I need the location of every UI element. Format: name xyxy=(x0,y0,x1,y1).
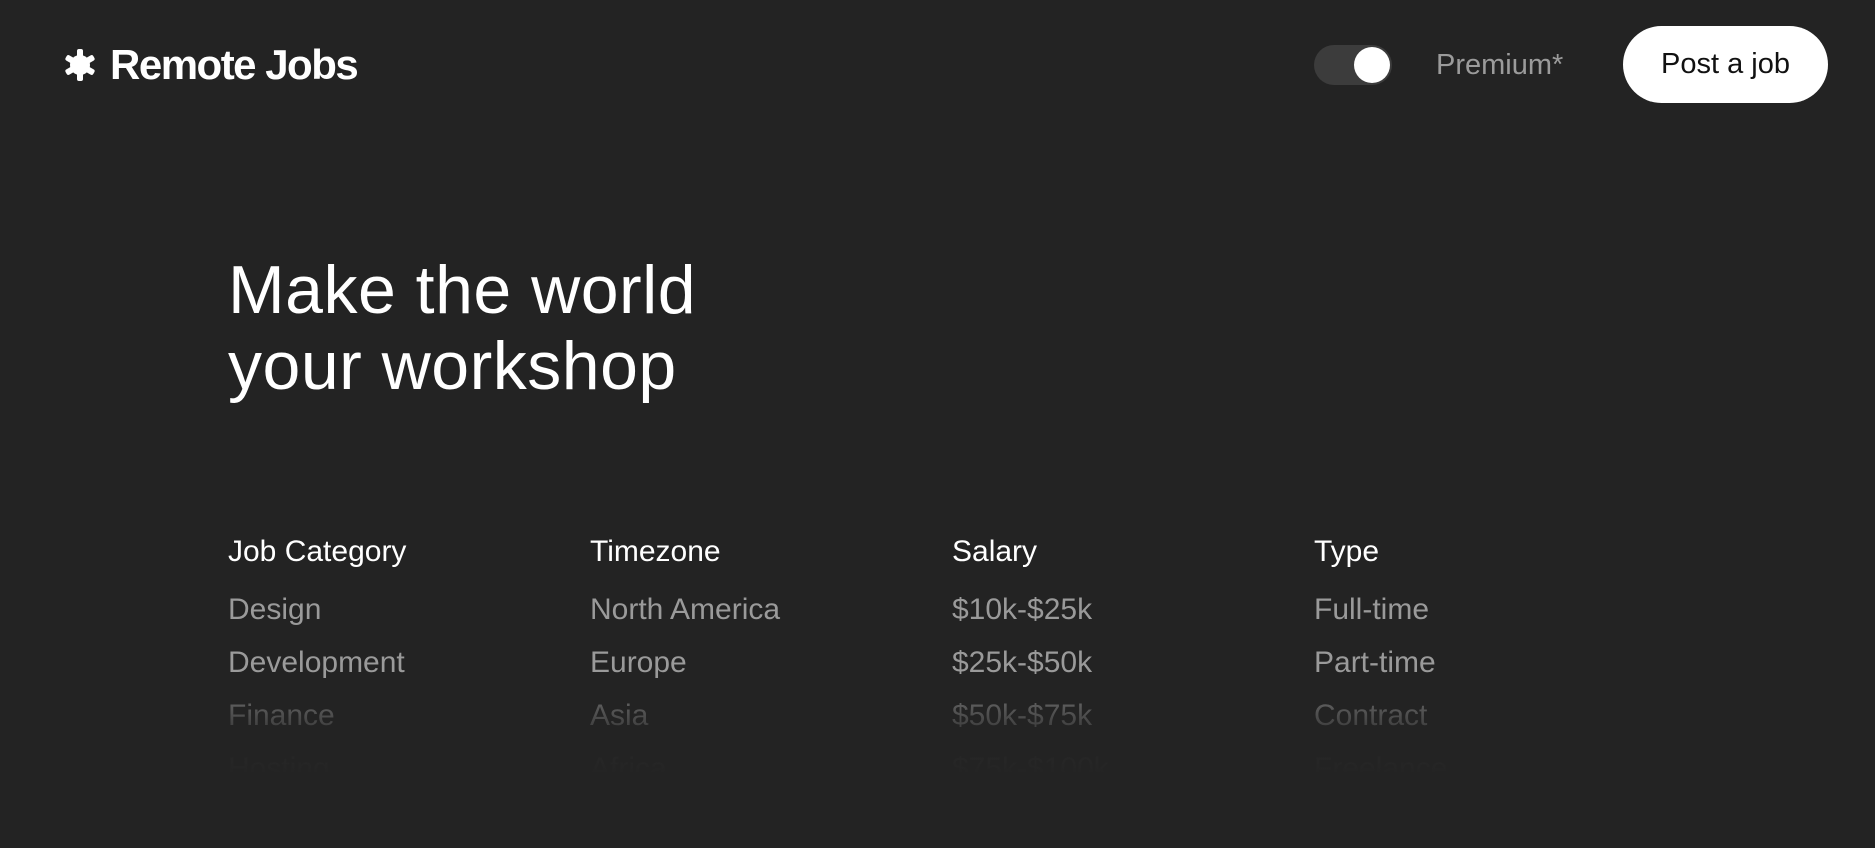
site-header: Remote Jobs Premium* Post a job xyxy=(0,0,1875,130)
filter-option[interactable]: Contract xyxy=(1314,689,1654,742)
toggle-knob xyxy=(1354,47,1390,83)
filter-option[interactable]: $50k-$75k xyxy=(952,689,1292,742)
filter-option[interactable]: $10k-$25k xyxy=(952,583,1292,636)
filter-option[interactable]: Europe xyxy=(590,636,930,689)
filter-option[interactable]: Africa xyxy=(590,742,930,772)
filter-option[interactable]: $75k-$100k xyxy=(952,742,1292,772)
filter-list: Full-time Part-time Contract Freelance xyxy=(1314,583,1654,772)
logo-link[interactable]: Remote Jobs xyxy=(62,40,359,90)
filter-option[interactable]: Asia xyxy=(590,689,930,742)
filter-heading: Salary xyxy=(952,535,1038,568)
filter-column-timezone: Timezone North America Europe Asia Afric… xyxy=(590,530,930,772)
filter-option[interactable]: North America xyxy=(590,583,930,636)
filter-column-salary: Salary $10k-$25k $25k-$50k $50k-$75k $75… xyxy=(952,530,1292,772)
hero-title: Make the world your workshop xyxy=(228,252,696,404)
filter-option[interactable]: Finance xyxy=(228,689,568,742)
filter-column-type: Type Full-time Part-time Contract Freela… xyxy=(1314,530,1654,772)
filter-list: $10k-$25k $25k-$50k $50k-$75k $75k-$100k xyxy=(952,583,1292,772)
filter-option[interactable]: Part-time xyxy=(1314,636,1654,689)
hero-title-line-2: your workshop xyxy=(228,328,677,404)
filter-heading: Job Category xyxy=(228,535,407,568)
filter-list: North America Europe Asia Africa xyxy=(590,583,930,772)
hero-title-line-1: Make the world xyxy=(228,252,697,328)
filter-option[interactable]: Hosting xyxy=(228,742,568,772)
filter-option[interactable]: $25k-$50k xyxy=(952,636,1292,689)
filter-columns: Job Category Design Development Finance … xyxy=(228,530,1728,780)
premium-link[interactable]: Premium* xyxy=(1436,46,1563,84)
filter-option[interactable]: Development xyxy=(228,636,568,689)
filter-option[interactable]: Full-time xyxy=(1314,583,1654,636)
filter-option[interactable]: Design xyxy=(228,583,568,636)
filter-column-job-category: Job Category Design Development Finance … xyxy=(228,530,568,772)
filter-heading: Timezone xyxy=(590,535,721,568)
star-burst-icon xyxy=(62,47,98,83)
premium-toggle[interactable] xyxy=(1314,45,1392,85)
filter-option[interactable]: Freelance xyxy=(1314,742,1654,772)
filter-heading: Type xyxy=(1314,535,1380,568)
post-a-job-button[interactable]: Post a job xyxy=(1623,26,1828,103)
logo-text: Remote Jobs xyxy=(110,41,359,88)
filter-list: Design Development Finance Hosting xyxy=(228,583,568,772)
